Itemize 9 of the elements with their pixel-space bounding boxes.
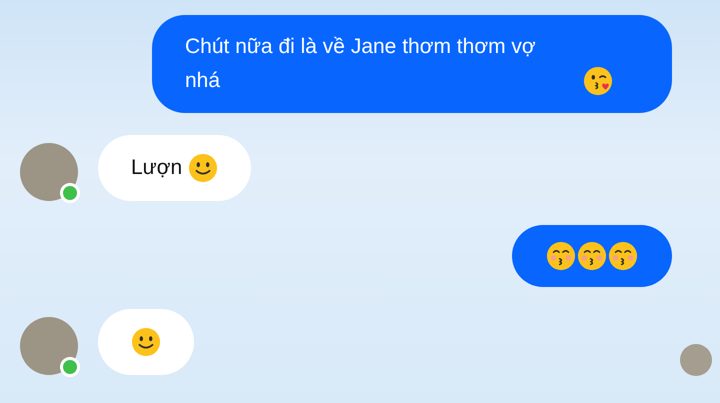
message-text: Lượn (131, 156, 184, 179)
smiling-face-icon (131, 327, 161, 358)
kissing-face-icon (608, 241, 638, 271)
smiling-face-icon (188, 153, 218, 184)
kissing-face-icon (546, 241, 576, 271)
message-text: Chút nữa đi là về Jane thơm thơm vợ nhá (185, 34, 537, 94)
received-message-bubble[interactable]: Lượn (98, 135, 252, 201)
sent-message-bubble[interactable]: Chút nữa đi là về Jane thơm thơm vợ nhá (152, 15, 672, 113)
kissing-face-icon (577, 241, 607, 271)
